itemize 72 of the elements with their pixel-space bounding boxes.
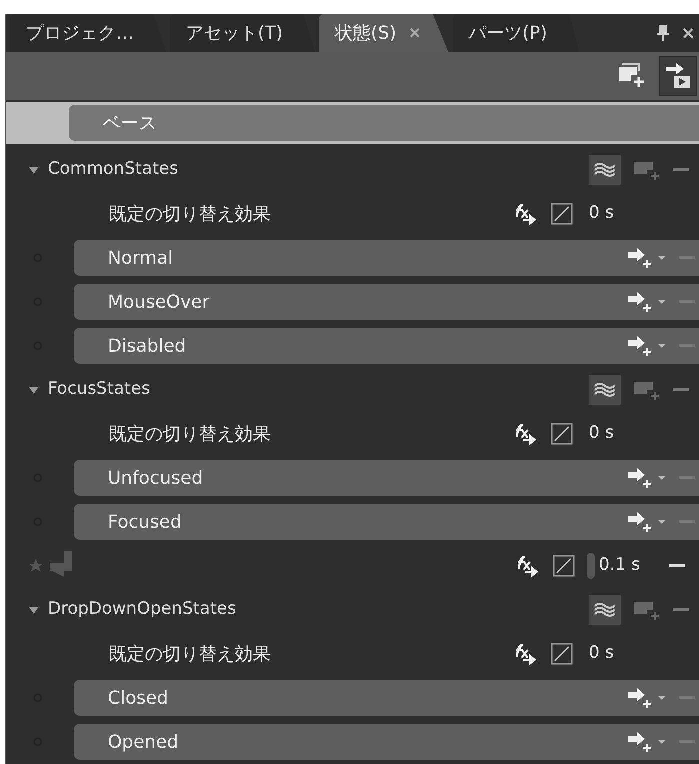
function-arrow-icon[interactable] — [513, 203, 539, 225]
base-state-row[interactable]: ベース — [6, 102, 699, 144]
add-transition-icon[interactable] — [627, 731, 653, 753]
pin-icon[interactable] — [656, 24, 670, 42]
caret-icon[interactable] — [657, 342, 667, 350]
state-name: Closed — [108, 686, 170, 710]
base-state-label: ベース — [103, 112, 157, 136]
add-transition-icon[interactable] — [627, 687, 653, 709]
caret-icon[interactable] — [657, 738, 667, 746]
add-transition-icon[interactable] — [627, 247, 653, 269]
function-arrow-icon[interactable] — [515, 555, 541, 577]
arrow-play-icon — [664, 62, 692, 90]
tab[interactable]: 状態(S) — [319, 14, 449, 52]
transition-preview-button[interactable] — [589, 375, 621, 405]
state-row[interactable]: Unfocused — [74, 460, 699, 496]
caret-icon[interactable] — [657, 518, 667, 526]
state-name: Focused — [108, 510, 183, 534]
add-transition-icon[interactable] — [627, 467, 653, 489]
default-transition-label: 既定の切り替え効果 — [109, 422, 272, 446]
easing-icon[interactable] — [553, 555, 575, 577]
state-row[interactable]: Closed — [74, 680, 699, 716]
duration-field[interactable]: 0 s — [589, 641, 639, 667]
state-name: MouseOver — [108, 290, 211, 314]
add-state-icon[interactable] — [633, 380, 661, 400]
state-row[interactable]: Opened — [74, 724, 699, 760]
state-name: Normal — [108, 246, 174, 270]
tab[interactable]: パーツ(P) — [452, 14, 580, 52]
tab[interactable]: アセット(T) — [170, 14, 316, 52]
state-name: Disabled — [108, 334, 188, 358]
transition-preview-button[interactable] — [589, 595, 621, 625]
transition-preview-button[interactable] — [589, 155, 621, 185]
state-row[interactable]: Normal — [74, 240, 699, 276]
caret-icon[interactable] — [657, 474, 667, 482]
add-transition-icon[interactable] — [627, 335, 653, 357]
duration-field[interactable]: 0.1 s — [599, 553, 669, 579]
easing-icon[interactable] — [551, 423, 573, 445]
group-name: FocusStates — [48, 378, 152, 402]
caret-icon[interactable] — [657, 694, 667, 702]
caret-icon[interactable] — [657, 298, 667, 306]
expand-toggle-icon[interactable] — [28, 164, 40, 176]
duration-field[interactable]: 0 s — [589, 421, 639, 447]
default-transition-label: 既定の切り替え効果 — [109, 642, 272, 666]
add-state-icon[interactable] — [633, 160, 661, 180]
close-icon[interactable] — [682, 27, 695, 40]
state-row[interactable]: MouseOver — [74, 284, 699, 320]
expand-toggle-icon[interactable] — [28, 384, 40, 396]
state-name: Opened — [108, 730, 180, 754]
preview-toggle-button[interactable] — [659, 56, 697, 96]
function-arrow-icon[interactable] — [513, 643, 539, 665]
add-transition-icon[interactable] — [627, 291, 653, 313]
add-transition-icon[interactable] — [627, 511, 653, 533]
tab[interactable]: プロジェク… — [10, 14, 166, 52]
easing-icon[interactable] — [551, 203, 573, 225]
add-state-icon[interactable] — [633, 600, 661, 620]
wave-icon — [594, 602, 616, 618]
easing-icon[interactable] — [551, 643, 573, 665]
state-row[interactable]: Disabled — [74, 328, 699, 364]
wave-icon — [594, 382, 616, 398]
caret-icon[interactable] — [657, 254, 667, 262]
close-icon[interactable] — [408, 27, 421, 39]
wave-icon — [594, 162, 616, 178]
default-transition-label: 既定の切り替え効果 — [109, 202, 272, 226]
remove-icon[interactable] — [669, 563, 685, 569]
state-row[interactable]: Focused — [74, 504, 699, 540]
drag-handle[interactable] — [587, 553, 595, 579]
function-arrow-icon[interactable] — [513, 423, 539, 445]
group-name: DropDownOpenStates — [48, 598, 238, 622]
group-name: CommonStates — [48, 158, 180, 182]
expand-toggle-icon[interactable] — [28, 604, 40, 616]
state-name: Unfocused — [108, 466, 204, 490]
add-state-group-icon[interactable] — [617, 63, 647, 89]
duration-field[interactable]: 0 s — [589, 201, 639, 227]
